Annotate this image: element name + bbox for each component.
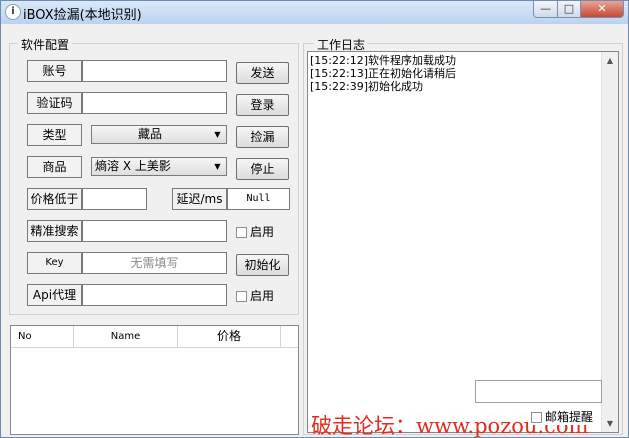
snipe-button[interactable]: 捡漏	[236, 126, 289, 148]
price-input[interactable]	[82, 188, 147, 210]
log-scrollbar[interactable]: ▲ ▼	[601, 52, 618, 432]
close-button[interactable]: ✕	[580, 1, 624, 18]
type-select-value: 藏品	[137, 127, 162, 141]
delay-label: 延迟/ms	[172, 188, 227, 210]
close-icon: ✕	[597, 2, 607, 15]
column-header-no[interactable]: No	[11, 326, 74, 347]
key-input[interactable]: 无需填写	[82, 252, 227, 274]
api-enable-label: 启用	[250, 289, 275, 303]
send-button[interactable]: 发送	[236, 62, 289, 84]
checkbox-icon[interactable]	[531, 412, 542, 423]
login-button[interactable]: 登录	[236, 94, 289, 116]
scroll-up-icon[interactable]: ▲	[602, 52, 618, 69]
result-table[interactable]: No Name 价格	[10, 325, 299, 435]
product-select-value: 熵溶 X 上美影	[95, 159, 171, 173]
log-line: [15:22:39]初始化成功	[310, 80, 423, 93]
mail-alert-checkbox[interactable]: 邮箱提醒	[531, 408, 594, 425]
search-label: 精准搜索	[27, 220, 82, 242]
captcha-label: 验证码	[27, 92, 82, 114]
init-button[interactable]: 初始化	[236, 254, 289, 276]
type-select[interactable]: 藏品 ▼	[91, 125, 227, 144]
search-enable-label: 启用	[250, 225, 275, 239]
api-input[interactable]	[82, 284, 227, 306]
type-label: 类型	[27, 124, 82, 146]
maximize-button[interactable]: □	[557, 1, 581, 18]
log-textarea[interactable]: [15:22:12]软件程序加载成功 [15:22:13]正在初始化请稍后 [1…	[307, 51, 619, 433]
checkbox-icon[interactable]	[236, 291, 247, 302]
delay-input[interactable]: Null	[227, 188, 290, 210]
chevron-down-icon[interactable]: ▼	[209, 126, 226, 143]
column-header-price[interactable]: 价格	[178, 326, 281, 347]
table-header: No Name 价格	[11, 326, 298, 348]
account-input[interactable]	[82, 60, 227, 82]
captcha-input[interactable]	[82, 92, 227, 114]
log-line: [15:22:12]软件程序加载成功	[310, 54, 456, 67]
title-bar[interactable]: i iBOX捡漏(本地识别) — □ ✕	[1, 1, 628, 24]
search-input[interactable]	[82, 220, 227, 242]
product-select[interactable]: 熵溶 X 上美影 ▼	[91, 157, 227, 176]
column-header-name[interactable]: Name	[74, 326, 178, 347]
maximize-icon: □	[563, 2, 575, 15]
minimize-button[interactable]: —	[533, 1, 558, 18]
app-window: i iBOX捡漏(本地识别) — □ ✕ 软件配置 账号 发送 验证码 登录 类…	[0, 0, 629, 438]
window-title: iBOX捡漏(本地识别)	[23, 8, 142, 23]
mail-alert-label: 邮箱提醒	[545, 410, 594, 424]
api-label: Api代理	[27, 284, 82, 306]
minimize-icon: —	[540, 2, 551, 15]
client-area: 软件配置 账号 发送 验证码 登录 类型 藏品 ▼ 捡漏 商品 熵溶 X 上美影…	[5, 25, 624, 437]
search-enable-checkbox[interactable]: 启用	[236, 225, 274, 239]
key-label: Key	[27, 252, 82, 274]
app-icon: i	[5, 4, 21, 20]
config-group-label: 软件配置	[18, 36, 73, 53]
log-lines: [15:22:12]软件程序加载成功 [15:22:13]正在初始化请稍后 [1…	[310, 54, 456, 93]
price-label: 价格低于	[27, 188, 82, 210]
account-label: 账号	[27, 60, 82, 82]
api-enable-checkbox[interactable]: 启用	[236, 289, 274, 303]
product-label: 商品	[27, 156, 82, 178]
chevron-down-icon[interactable]: ▼	[209, 158, 226, 175]
log-line: [15:22:13]正在初始化请稍后	[310, 67, 456, 80]
checkbox-icon[interactable]	[236, 227, 247, 238]
stop-button[interactable]: 停止	[236, 158, 289, 180]
mail-input[interactable]	[475, 380, 602, 403]
